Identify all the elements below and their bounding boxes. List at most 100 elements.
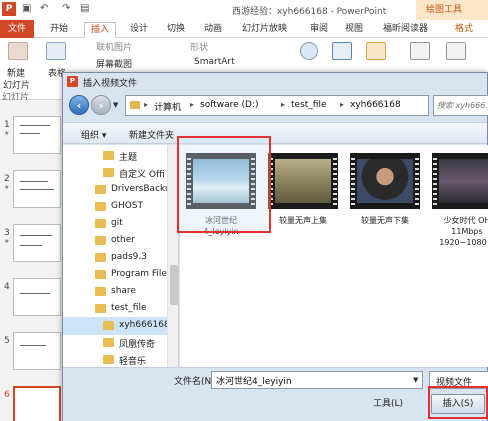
tab-home[interactable]: 开始	[50, 22, 68, 38]
tab-format[interactable]: 格式	[455, 22, 473, 38]
folder-label: xyh666168	[119, 320, 167, 330]
tools-button[interactable]: 工具(L)	[373, 396, 403, 409]
folder-label: 轻音乐	[119, 357, 147, 367]
folder-label: GHOST	[111, 201, 144, 211]
folder-label: test_file	[111, 303, 147, 313]
folder-item[interactable]: 主题	[63, 147, 167, 165]
folder-item[interactable]: share	[63, 283, 167, 301]
filename-input[interactable]: 冰河世纪4_leyiyin	[211, 371, 423, 389]
start-slideshow-icon[interactable]: ▤	[80, 3, 89, 14]
tab-animations[interactable]: 动画	[204, 22, 222, 38]
tab-slideshow[interactable]: 幻灯片放映	[242, 22, 287, 38]
slide-thumbnail[interactable]	[13, 332, 61, 370]
online-pictures-label[interactable]: 联机图片	[96, 40, 132, 53]
new-slide-icon[interactable]	[8, 42, 28, 60]
folder-icon	[95, 253, 106, 262]
breadcrumb-computer[interactable]: 计算机	[154, 100, 181, 113]
folder-item[interactable]: pads9.3	[63, 249, 167, 267]
folder-icon	[103, 151, 114, 160]
slide-thumbnail[interactable]	[13, 224, 61, 262]
slide-thumbnail[interactable]	[13, 116, 61, 154]
folder-item[interactable]: 自定义 Offi	[63, 164, 167, 182]
folder-icon	[130, 101, 140, 109]
dialog-title: 插入视频文件	[83, 79, 138, 89]
smartart-label[interactable]: SmartArt	[194, 57, 235, 67]
search-box[interactable]	[433, 95, 488, 116]
tab-view[interactable]: 视图	[345, 22, 363, 38]
organize-button[interactable]: 组织 ▾	[81, 128, 106, 141]
comment-icon[interactable]	[366, 42, 386, 60]
dialog-footer: 文件名(N): 冰河世纪4_leyiyin ▼ 视频文件 工具(L) 插入(S)	[63, 367, 488, 421]
folder-item[interactable]: 凤凰传奇	[63, 334, 167, 352]
forward-button[interactable]: ›	[91, 95, 111, 115]
file-name: 较量无声下集	[342, 215, 428, 226]
table-icon[interactable]	[46, 42, 66, 60]
new-folder-button[interactable]: 新建文件夹	[129, 128, 174, 141]
folder-icon	[103, 355, 114, 364]
folder-icon	[103, 168, 114, 177]
slide-thumbnail-selected[interactable]	[13, 386, 61, 421]
address-row: ‹ › ▼ ▸ 计算机 ▸ software (D:) ▸ test_file …	[63, 93, 488, 121]
filename-dropdown-icon[interactable]: ▼	[413, 376, 418, 384]
folder-item[interactable]: Program File	[63, 266, 167, 284]
folder-label: 自定义 Offi	[119, 170, 165, 180]
highlight-box	[177, 136, 271, 233]
folder-label: other	[111, 235, 135, 245]
shapes-label[interactable]: 形状	[190, 40, 208, 53]
slide-thumbnail[interactable]	[13, 170, 61, 208]
folder-icon	[103, 338, 114, 347]
folder-label: pads9.3	[111, 252, 147, 262]
breadcrumb-separator-icon[interactable]: ▸	[340, 100, 344, 109]
breadcrumb-separator-icon[interactable]: ▸	[144, 100, 148, 109]
folder-icon	[95, 185, 106, 194]
search-input[interactable]	[437, 99, 487, 112]
folder-icon	[95, 287, 106, 296]
breadcrumb-current-folder[interactable]: xyh666168	[350, 100, 401, 110]
textbox-icon[interactable]	[410, 42, 430, 60]
folder-item[interactable]: DriversBacku	[63, 181, 167, 199]
back-button[interactable]: ‹	[69, 95, 89, 115]
tab-insert[interactable]: 插入	[84, 22, 117, 38]
breadcrumb-separator-icon[interactable]: ▸	[190, 100, 194, 109]
slide-thumbnail[interactable]	[13, 278, 61, 316]
action-icon[interactable]	[332, 42, 352, 60]
folder-icon	[95, 219, 106, 228]
app-title: 西游经验：xyh666168 - PowerPoint	[232, 7, 387, 17]
save-icon[interactable]: ▣	[22, 3, 31, 14]
undo-icon[interactable]: ↶	[40, 3, 48, 14]
file-name-line: 较量无声上集	[279, 216, 327, 225]
music-video-thumbnail-image	[439, 159, 488, 203]
redo-icon[interactable]: ↷	[62, 3, 70, 14]
tab-transitions[interactable]: 切换	[167, 22, 185, 38]
tab-design[interactable]: 设计	[130, 22, 148, 38]
drawing-tools-label: 绘图工具	[416, 0, 488, 20]
recent-locations-dropdown[interactable]: ▼	[113, 101, 118, 109]
highlight-box	[428, 386, 488, 419]
folder-item[interactable]: GHOST	[63, 198, 167, 216]
tab-file[interactable]: 文件	[0, 20, 34, 38]
folder-item[interactable]: git	[63, 215, 167, 233]
file-name: 较量无声上集	[260, 215, 346, 226]
folder-item[interactable]: 轻音乐	[63, 351, 167, 367]
screenshot-label[interactable]: 屏幕截图	[96, 57, 132, 70]
slide-number: 4	[4, 282, 10, 292]
folder-item-selected[interactable]: xyh666168	[63, 317, 167, 335]
breadcrumb-drive[interactable]: software (D:)	[200, 100, 259, 110]
folder-icon	[95, 236, 106, 245]
file-name-line: 1920~1080 A	[439, 238, 488, 247]
folder-item[interactable]: other	[63, 232, 167, 250]
tab-review[interactable]: 审阅	[310, 22, 328, 38]
scrollbar-thumb[interactable]	[170, 265, 178, 305]
tab-foxit[interactable]: 福昕阅读器	[383, 22, 428, 38]
hyperlink-icon[interactable]	[300, 42, 318, 60]
slide-number: 3	[4, 228, 10, 245]
navigation-pane: 主题 自定义 Offi DriversBacku GHOST git other…	[63, 145, 179, 367]
folder-icon	[95, 270, 106, 279]
breadcrumb-test-file[interactable]: test_file	[291, 100, 327, 110]
slide-number: 5	[4, 336, 10, 346]
breadcrumb-separator-icon[interactable]: ▸	[281, 100, 285, 109]
address-bar[interactable]: ▸ 计算机 ▸ software (D:) ▸ test_file ▸ xyh6…	[125, 95, 429, 116]
header-footer-icon[interactable]	[446, 42, 466, 60]
folder-item[interactable]: test_file	[63, 300, 167, 318]
folder-icon	[95, 202, 106, 211]
